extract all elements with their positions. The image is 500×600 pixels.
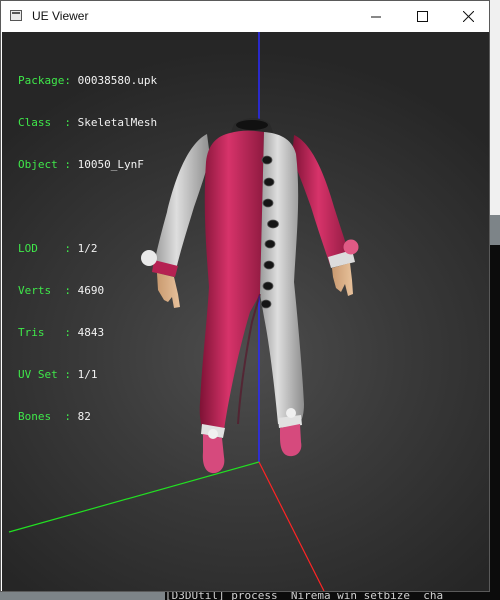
right-boot-pompom <box>286 408 296 418</box>
info-spacer <box>18 200 157 214</box>
left-sleeve <box>154 134 210 270</box>
info-bones: Bones : 82 <box>18 410 91 423</box>
close-icon <box>462 11 474 22</box>
axis-y <box>8 461 260 533</box>
close-button[interactable] <box>445 1 491 32</box>
info-object: Object : 10050_LynF <box>18 158 144 171</box>
info-tris: Tris : 4843 <box>18 326 105 339</box>
info-lod: LOD : 1/2 <box>18 242 98 255</box>
minimize-button[interactable] <box>353 1 399 32</box>
info-uvset: UV Set : 1/1 <box>18 368 98 381</box>
torso-white <box>260 132 304 424</box>
maximize-button[interactable] <box>399 1 445 32</box>
ue-viewer-window[interactable]: UE Viewer Package: 00038580.upk Class: … <box>0 0 490 592</box>
app-icon[interactable] <box>10 10 22 21</box>
right-pompom <box>343 239 359 255</box>
info-verts: Verts : 4690 <box>18 284 105 297</box>
minimize-icon <box>370 16 381 18</box>
3d-viewport[interactable]: Package: 00038580.upk Class : SkeletalMe… <box>2 32 489 591</box>
left-hand <box>157 273 180 308</box>
right-hand <box>332 263 353 296</box>
right-boot <box>280 424 302 457</box>
info-class: Class : SkeletalMesh <box>18 116 158 129</box>
background-console-window <box>490 245 500 600</box>
desktop-background <box>490 0 500 215</box>
neck-opening <box>236 120 268 130</box>
mesh-info-overlay: Package: 00038580.upk Class : SkeletalMe… <box>18 46 157 452</box>
axis-x <box>258 461 325 591</box>
left-boot-pompom <box>208 429 218 439</box>
window-title: UE Viewer <box>32 9 89 23</box>
right-sleeve <box>292 135 351 265</box>
title-bar[interactable]: UE Viewer <box>1 1 489 32</box>
left-boot <box>202 434 225 474</box>
maximize-icon <box>416 11 428 22</box>
info-package: Package: 00038580.upk <box>18 74 158 87</box>
torso-pink <box>199 130 264 430</box>
